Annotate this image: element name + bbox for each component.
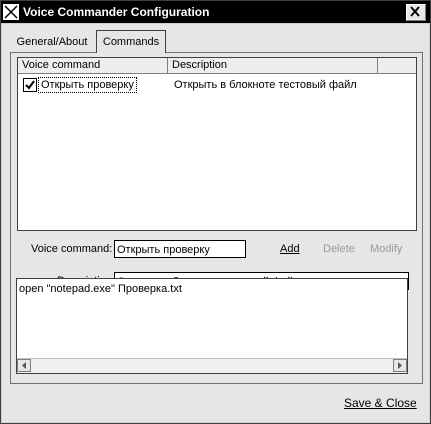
config-window: Voice Commander Configuration General/Ab… (0, 0, 431, 424)
close-icon (410, 6, 420, 17)
window-title: Voice Commander Configuration (23, 5, 210, 19)
arrow-left-icon (22, 362, 26, 369)
list-item-description: Открыть в блокноте тестовый файл (174, 79, 357, 91)
client-area: General/About Commands Voice command Des… (2, 24, 429, 422)
arrow-right-icon (398, 362, 402, 369)
tab-commands[interactable]: Commands (96, 30, 166, 53)
add-button[interactable]: Add (280, 239, 300, 259)
scroll-left-button[interactable] (17, 359, 31, 372)
column-header-description[interactable]: Description (168, 58, 378, 73)
check-icon (25, 80, 35, 90)
command-enabled-checkbox[interactable] (23, 78, 37, 92)
column-header-voice-command[interactable]: Voice command (18, 58, 168, 73)
save-close-button[interactable]: Save & Close (344, 396, 417, 410)
voice-command-label: Voice command: (31, 243, 113, 255)
action-text: open "notepad.exe" Проверка.txt (19, 283, 182, 295)
modify-button[interactable]: Modify (370, 239, 402, 259)
close-button[interactable] (406, 4, 426, 21)
delete-button[interactable]: Delete (323, 239, 355, 259)
tab-general-about[interactable]: General/About (12, 33, 92, 51)
action-textarea[interactable]: open "notepad.exe" Проверка.txt (16, 278, 408, 374)
list-header: Voice command Description (18, 58, 416, 74)
app-icon (3, 4, 19, 20)
list-item-command: Открыть проверку (38, 77, 137, 93)
add-button-label: Add (280, 243, 300, 255)
column-header-empty (378, 58, 416, 73)
title-bar[interactable]: Voice Commander Configuration (1, 1, 430, 23)
list-item[interactable]: Открыть проверку Открыть в блокноте тест… (18, 77, 416, 93)
commands-list[interactable]: Voice command Description Открыть провер… (17, 57, 417, 231)
horizontal-scrollbar[interactable] (17, 358, 407, 373)
voice-command-field[interactable]: Открыть проверку (114, 240, 246, 258)
scroll-right-button[interactable] (393, 359, 407, 372)
